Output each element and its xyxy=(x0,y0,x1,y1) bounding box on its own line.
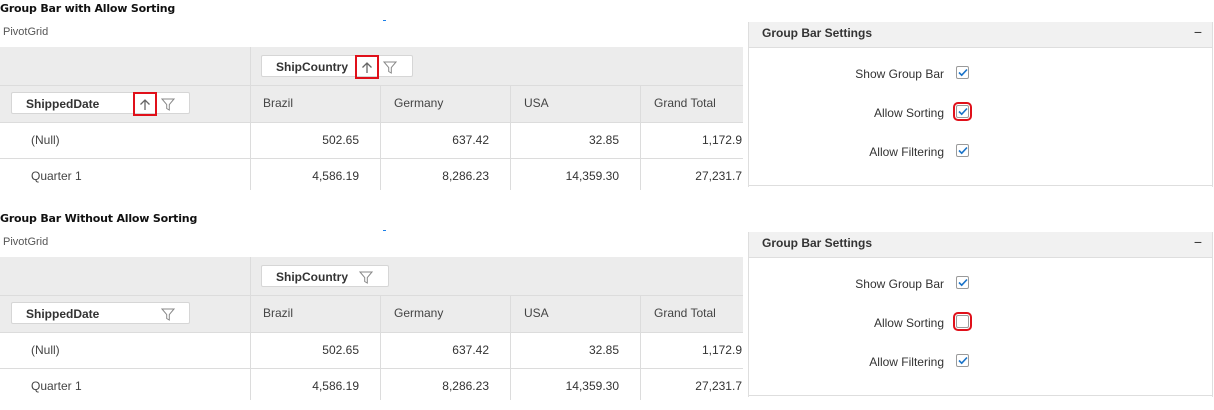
row-header-null[interactable]: (Null) xyxy=(31,343,60,357)
section-title: Group Bar Without Allow Sorting xyxy=(0,212,198,225)
table-cell: 637.42 xyxy=(452,343,489,357)
funnel-icon[interactable] xyxy=(357,268,375,286)
decorative-mark xyxy=(383,20,386,21)
section-without-sorting: Group Bar Without Allow Sorting PivotGri… xyxy=(0,210,1214,410)
funnel-icon[interactable] xyxy=(381,58,399,76)
table-cell: 32.85 xyxy=(588,133,619,147)
table-cell: 27,231.7 xyxy=(695,169,742,183)
option-label-show-group-bar: Show Group Bar xyxy=(855,277,944,291)
allow-filtering-checkbox[interactable] xyxy=(956,354,969,367)
arrow-up-icon[interactable] xyxy=(133,92,157,116)
show-group-bar-checkbox[interactable] xyxy=(956,276,969,289)
row-header-null[interactable]: (Null) xyxy=(31,133,60,147)
settings-header[interactable]: Group Bar Settings − xyxy=(749,22,1212,48)
row-header-quarter-1[interactable]: Quarter 1 xyxy=(31,379,82,393)
column-field-label: ShipCountry xyxy=(276,270,348,284)
table-cell: 1,172.9 xyxy=(701,343,742,357)
table-cell: 4,586.19 xyxy=(312,169,359,183)
settings-header[interactable]: Group Bar Settings − xyxy=(749,232,1212,258)
option-label-allow-filtering: Allow Filtering xyxy=(869,355,944,369)
option-label-show-group-bar: Show Group Bar xyxy=(855,67,944,81)
allow-filtering-checkbox[interactable] xyxy=(956,144,969,157)
table-cell: 32.85 xyxy=(588,343,619,357)
group-bar-settings-panel: Group Bar Settings − Show Group Bar Allo… xyxy=(748,22,1213,187)
row-field-label: ShippedDate xyxy=(26,307,100,321)
row-header-quarter-1[interactable]: Quarter 1 xyxy=(31,169,82,183)
pivot-grid: ShipCountry ShippedDate Brazil Germany U… xyxy=(0,47,743,190)
collapse-icon[interactable]: − xyxy=(1194,234,1202,250)
funnel-icon[interactable] xyxy=(159,305,177,323)
table-cell: 8,286.23 xyxy=(442,169,489,183)
column-header-grand-total[interactable]: Grand Total xyxy=(654,85,716,122)
column-header-brazil[interactable]: Brazil xyxy=(263,85,293,122)
pivotgrid-label: PivotGrid xyxy=(3,236,49,248)
column-field-pill[interactable]: ShipCountry xyxy=(261,265,389,287)
pivotgrid-label: PivotGrid xyxy=(3,26,49,38)
row-field-pill[interactable]: ShippedDate xyxy=(11,92,190,116)
table-cell: 14,359.30 xyxy=(565,169,619,183)
section-title: Group Bar with Allow Sorting xyxy=(0,2,176,15)
table-cell: 8,286.23 xyxy=(442,379,489,393)
row-field-pill[interactable]: ShippedDate xyxy=(11,302,190,324)
table-cell: 4,586.19 xyxy=(312,379,359,393)
column-header-grand-total[interactable]: Grand Total xyxy=(654,295,716,332)
arrow-up-icon[interactable] xyxy=(355,55,379,79)
group-bar-settings-panel: Group Bar Settings − Show Group Bar Allo… xyxy=(748,232,1213,397)
table-cell: 637.42 xyxy=(452,133,489,147)
column-header-usa[interactable]: USA xyxy=(524,85,549,122)
column-header-brazil[interactable]: Brazil xyxy=(263,295,293,332)
row-field-label: ShippedDate xyxy=(26,97,100,111)
table-cell: 1,172.9 xyxy=(701,133,742,147)
option-label-allow-filtering: Allow Filtering xyxy=(869,145,944,159)
funnel-icon[interactable] xyxy=(159,95,177,113)
settings-title: Group Bar Settings xyxy=(762,236,873,250)
table-cell: 502.65 xyxy=(322,133,359,147)
pivot-grid: ShipCountry ShippedDate Brazil Germany U… xyxy=(0,257,743,400)
settings-title: Group Bar Settings xyxy=(762,26,873,40)
collapse-icon[interactable]: − xyxy=(1194,24,1202,40)
table-cell: 502.65 xyxy=(322,343,359,357)
show-group-bar-checkbox[interactable] xyxy=(956,66,969,79)
allow-sorting-checkbox[interactable] xyxy=(953,312,972,331)
column-header-usa[interactable]: USA xyxy=(524,295,549,332)
column-header-germany[interactable]: Germany xyxy=(394,295,443,332)
table-cell: 14,359.30 xyxy=(565,379,619,393)
option-label-allow-sorting: Allow Sorting xyxy=(873,106,944,120)
table-cell: 27,231.7 xyxy=(695,379,742,393)
column-header-germany[interactable]: Germany xyxy=(394,85,443,122)
option-label-allow-sorting: Allow Sorting xyxy=(873,316,944,330)
decorative-mark xyxy=(383,230,386,231)
allow-sorting-checkbox[interactable] xyxy=(953,102,972,121)
column-field-label: ShipCountry xyxy=(276,60,348,74)
section-with-sorting: Group Bar with Allow Sorting PivotGrid S… xyxy=(0,0,1214,200)
column-field-pill[interactable]: ShipCountry xyxy=(261,55,413,79)
